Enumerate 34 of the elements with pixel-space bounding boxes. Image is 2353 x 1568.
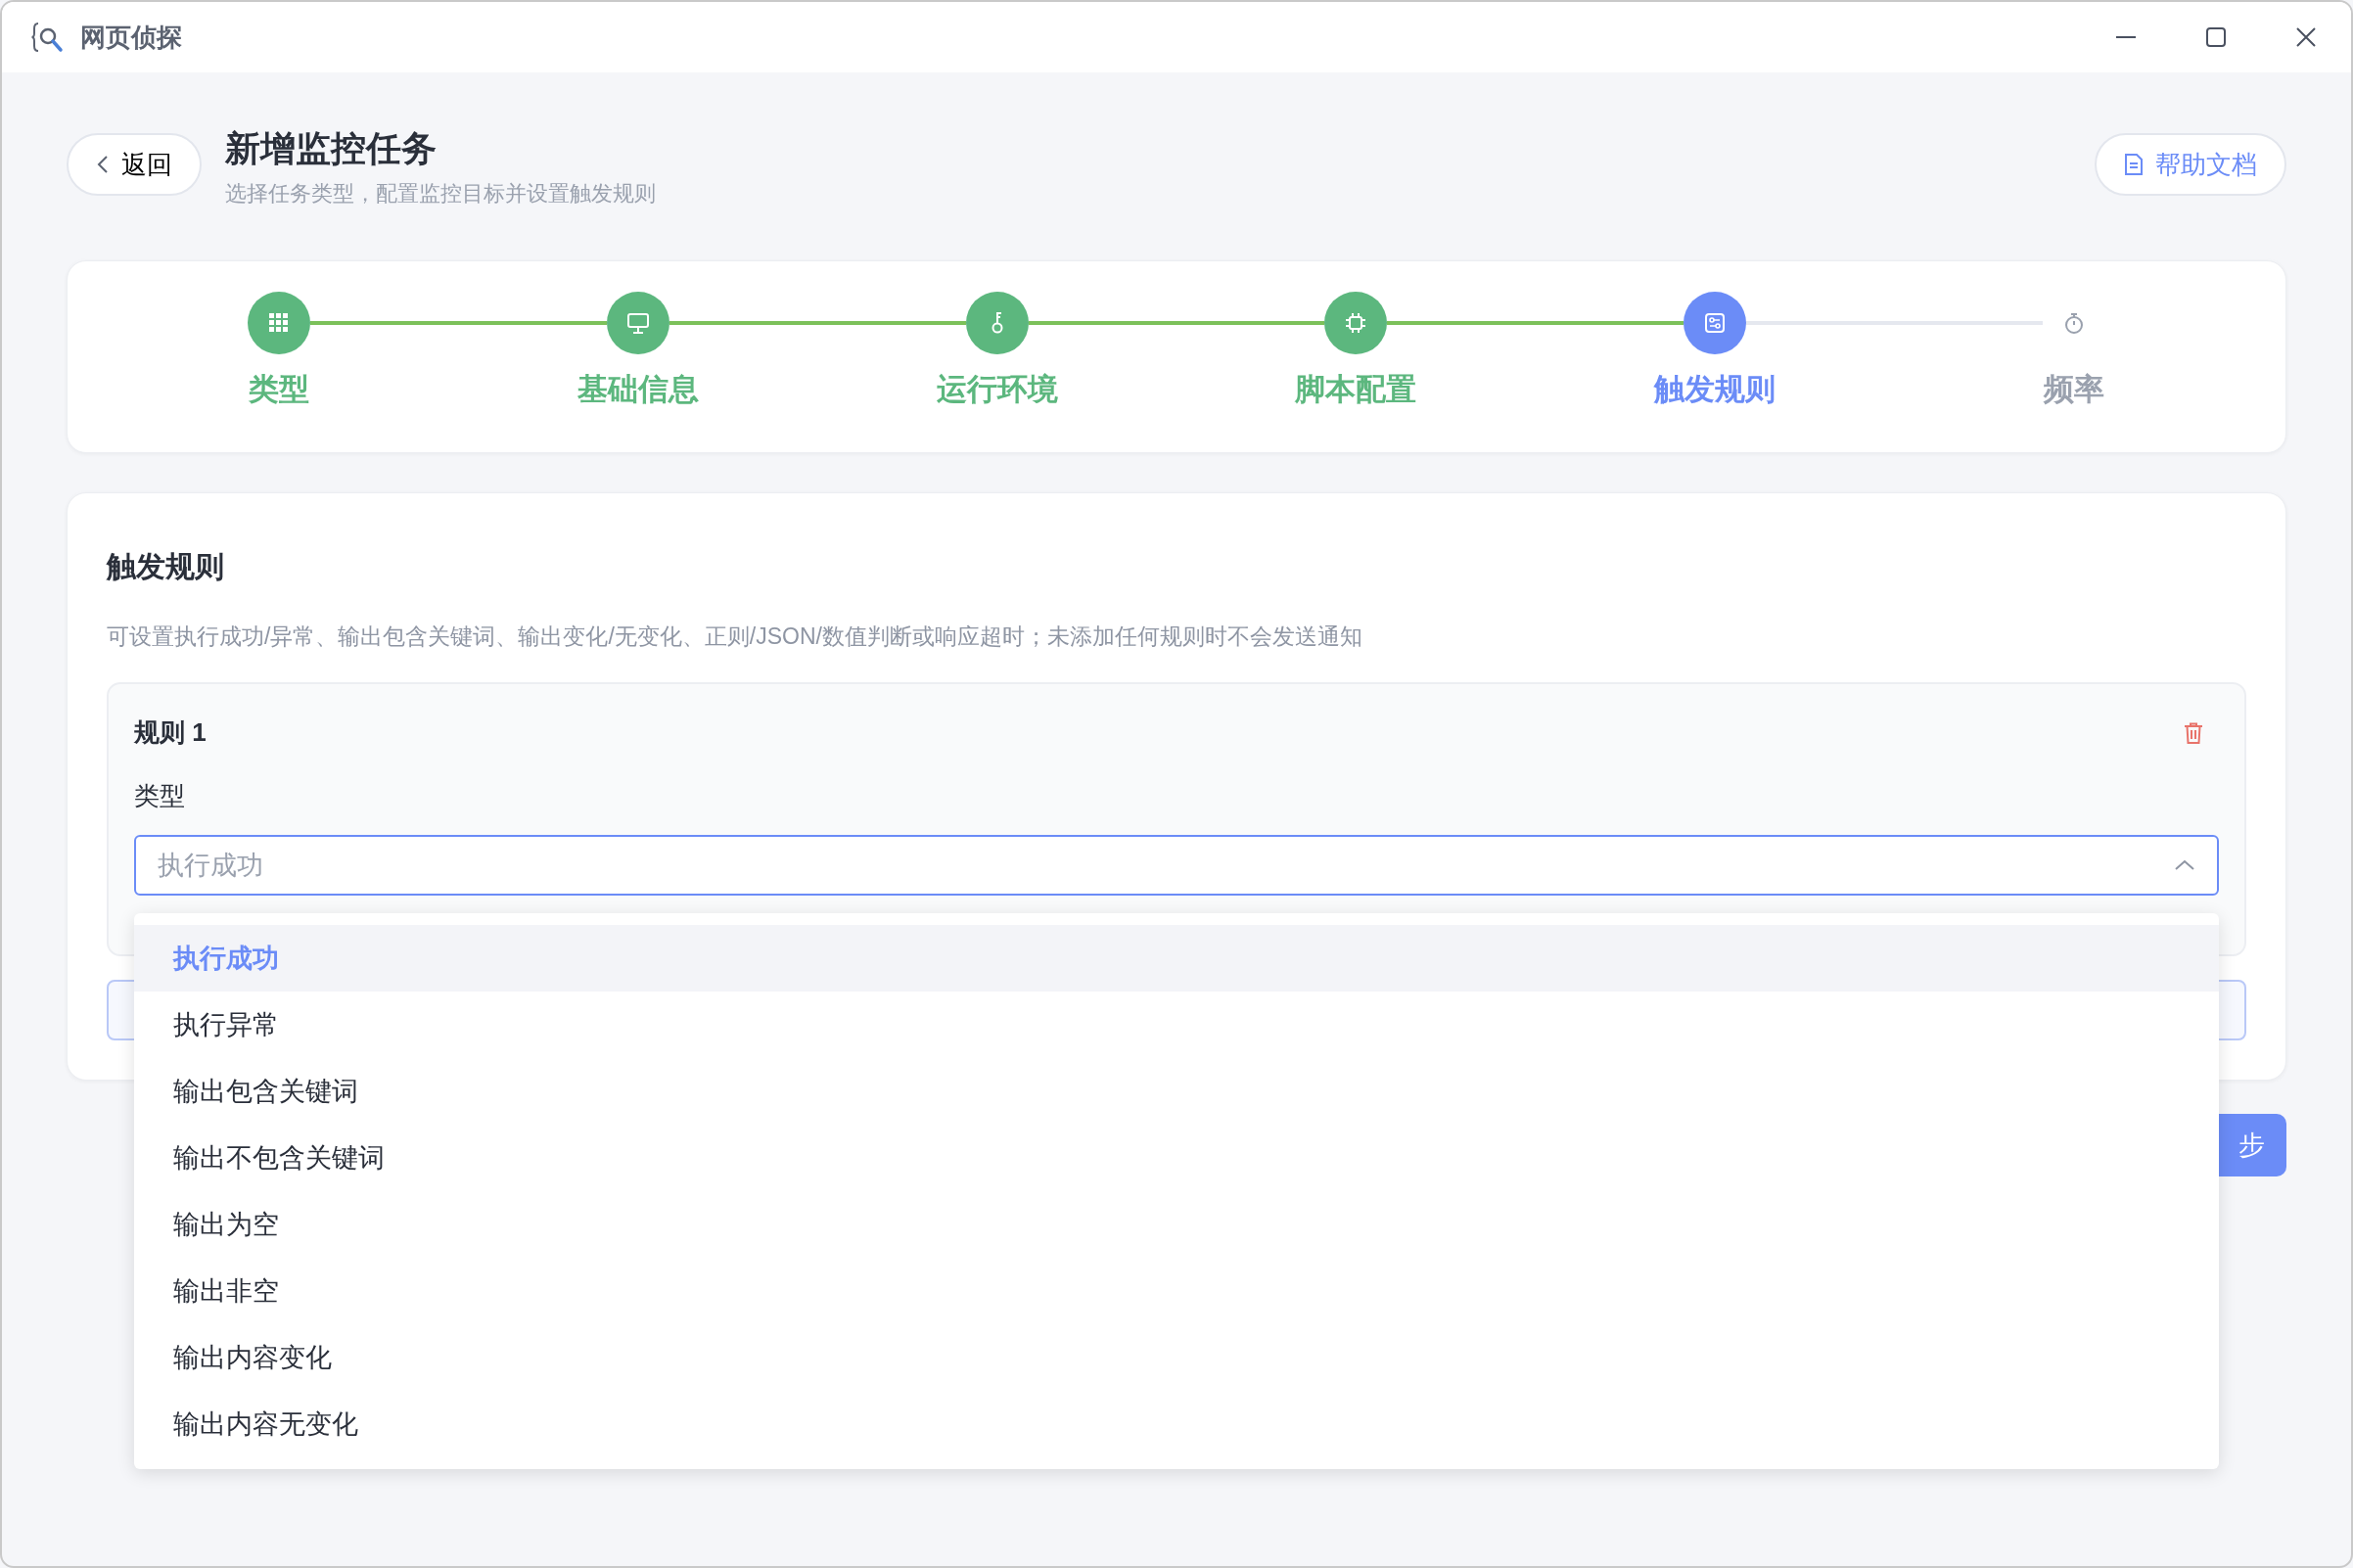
rule-title: 规则 1 — [134, 716, 207, 750]
dropdown-option[interactable]: 输出非空 — [134, 1258, 2219, 1325]
trash-icon — [2184, 722, 2203, 745]
dropdown-option[interactable]: 输出内容变化 — [134, 1324, 2219, 1392]
step-label: 类型 — [248, 371, 311, 409]
sliders-icon — [1704, 312, 1726, 335]
field-label: 类型 — [134, 780, 186, 813]
dropdown-option[interactable]: 输出内容无变化 — [134, 1391, 2219, 1458]
step-label: 触发规则 — [1652, 371, 1776, 409]
dropdown-option[interactable]: 执行异常 — [134, 992, 2219, 1059]
page-subtitle: 选择任务类型，配置监控目标并设置触发规则 — [225, 180, 656, 208]
close-icon — [2295, 26, 2317, 48]
chevron-icon — [2174, 858, 2195, 873]
page-title: 新增监控任务 — [225, 127, 438, 170]
step-label: 基础信息 — [577, 371, 700, 409]
dropdown-option[interactable]: 输出包含关键词 — [134, 1058, 2219, 1126]
minimize-icon — [2115, 36, 2137, 38]
dropdown-option[interactable]: 输出为空 — [134, 1191, 2219, 1259]
maximize-icon — [2205, 26, 2227, 48]
dropdown-option[interactable]: 输出不包含关键词 — [134, 1125, 2219, 1192]
window-title: 网页侦探 — [80, 21, 182, 54]
chevron-left-icon — [96, 154, 110, 175]
document-icon — [2124, 153, 2144, 176]
section-description: 可设置执行成功/异常、输出包含关键词、输出变化/无变化、正则/JSON/数值判断或响应超时；未添加任何规则时不会发送通知 — [107, 622, 1363, 651]
section-title: 触发规则 — [107, 548, 225, 584]
monitor-icon — [627, 312, 649, 335]
app-logo-icon — [31, 21, 65, 54]
back-button[interactable]: 返回 — [67, 133, 202, 196]
grid-icon — [268, 312, 291, 335]
chip-icon — [1345, 312, 1367, 335]
step-label: 频率 — [2042, 371, 2105, 409]
step-label: 脚本配置 — [1294, 371, 1418, 409]
step-label: 运行环境 — [935, 371, 1059, 409]
delete-button[interactable] — [2184, 720, 2203, 745]
